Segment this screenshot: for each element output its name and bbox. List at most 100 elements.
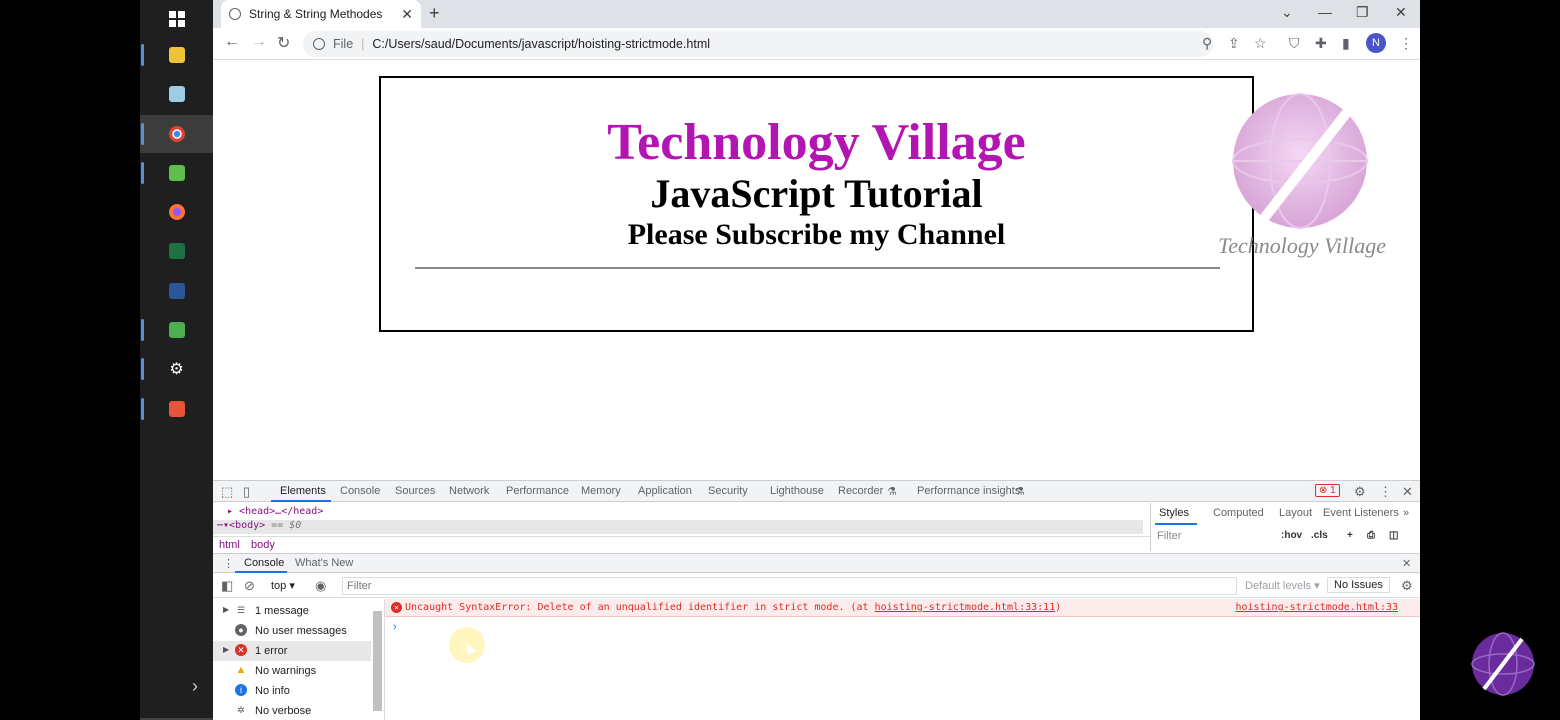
chevron-right-icon[interactable]: › [192,676,198,697]
new-tab-button[interactable]: + [429,3,440,24]
drawer-tab-console[interactable]: Console [244,557,284,569]
error-count-badge[interactable]: ⊗ 1 [1315,484,1340,497]
settings-gear-icon[interactable]: ⚙ [140,350,213,388]
tab-console[interactable]: Console [340,485,380,497]
tab-application[interactable]: Application [638,485,692,497]
sidebar-item-warnings[interactable]: ▲ No warnings [213,661,371,681]
class-toggle[interactable]: .cls [1311,530,1328,541]
tab-memory[interactable]: Memory [581,485,621,497]
browser-tab[interactable]: String & String Methodes ✕ [221,0,421,28]
error-source-link[interactable]: hoisting-strictmode.html:33 [1235,602,1398,613]
camtasia-recorder-icon[interactable] [140,390,213,428]
address-scheme: File [333,37,354,51]
devtools-panel: ⬚ ▯ Elements Console Sources Network Per… [213,480,1420,720]
issues-button[interactable]: No Issues [1327,577,1390,593]
notepad-icon[interactable] [140,75,213,113]
close-drawer-icon[interactable]: ✕ [1402,557,1411,570]
error-icon: ✕ [235,644,247,656]
bookmark-star-icon[interactable]: ☆ [1254,35,1267,52]
back-button[interactable]: ← [224,33,240,51]
more-options-icon[interactable]: ⋮ [1379,484,1392,500]
scrollbar[interactable] [373,611,382,711]
file-explorer-icon[interactable] [140,36,213,74]
bug-icon: ✲ [237,705,245,715]
elements-tree: ▸ <head>…</head> ⋯▾<body> == $0 html bod… [213,503,1150,551]
shield-extension-icon[interactable]: ⛉ [1289,35,1300,52]
add-rule-icon[interactable]: + [1347,530,1353,541]
dom-node-head[interactable]: ▸ <head>…</head> [227,506,323,517]
context-selector[interactable]: top ▾ [271,579,295,592]
tab-lighthouse[interactable]: Lighthouse [770,485,824,497]
error-location-link[interactable]: hoisting-strictmode.html:33:11 [875,602,1056,613]
close-tab-icon[interactable]: ✕ [401,6,413,23]
paint-icon[interactable] [140,154,213,192]
tab-computed[interactable]: Computed [1213,507,1264,519]
profile-avatar[interactable]: N [1366,33,1386,53]
hover-state-toggle[interactable]: :hov [1281,530,1302,541]
sidebar-item-errors[interactable]: ▶ ✕ 1 error [213,641,371,661]
excel-icon[interactable] [140,232,213,270]
caret-right-icon: ▶ [223,605,230,614]
tab-elements[interactable]: Elements [280,485,326,497]
close-window-button[interactable]: ✕ [1395,4,1407,21]
sidebar-toggle-icon[interactable]: ◧ [221,578,233,594]
tab-performance[interactable]: Performance [506,485,569,497]
tab-search-icon[interactable]: ⌄ [1281,4,1293,21]
side-panel-icon[interactable]: ▮ [1342,35,1350,52]
windows-start-icon[interactable] [140,0,213,38]
menu-kebab-icon[interactable]: ⋮ [1399,35,1413,52]
tab-styles[interactable]: Styles [1159,507,1189,519]
sidebar-item-verbose[interactable]: ✲ No verbose [213,701,371,720]
clear-console-icon[interactable]: ⊘ [244,578,255,594]
sidebar-toggle-icon[interactable]: ◫ [1389,530,1398,541]
sidebar-item-messages[interactable]: ▶ ☰ 1 message [213,601,371,621]
tab-recorder[interactable]: Recorder [838,485,883,497]
tab-security[interactable]: Security [708,485,748,497]
info-icon[interactable] [313,38,325,50]
address-bar[interactable]: File | C:/Users/saud/Documents/javascrip… [303,31,1213,57]
log-levels-dropdown[interactable]: Default levels ▾ [1245,579,1320,592]
device-toggle-icon[interactable]: ▯ [243,484,250,500]
dom-node-body[interactable]: ⋯▾<body> == $0 [213,520,1143,534]
console-messages: ✕ Uncaught SyntaxError: Delete of an unq… [385,599,1420,720]
flask-icon: ⚗ [1015,486,1025,498]
breadcrumb-html[interactable]: html [219,539,240,551]
error-icon: ✕ [391,602,402,613]
breadcrumb-body[interactable]: body [251,539,275,551]
flask-icon: ⚗ [887,486,897,498]
console-settings-gear-icon[interactable]: ⚙ [1401,578,1413,594]
styles-filter-input[interactable]: Filter [1157,530,1181,542]
chrome-icon[interactable] [140,115,213,153]
screen: ⚙ › String & String Methodes ✕ + ⌄ — ❐ ✕… [0,0,1560,720]
forward-button[interactable]: → [251,33,267,51]
tab-event-listeners[interactable]: Event Listeners [1323,507,1399,519]
share-icon[interactable]: ⇪ [1228,35,1240,52]
tab-layout[interactable]: Layout [1279,507,1312,519]
inspect-element-icon[interactable]: ⬚ [221,484,233,500]
extensions-puzzle-icon[interactable]: ✚ [1315,35,1327,52]
minimize-button[interactable]: — [1318,4,1332,20]
tab-performance-insights[interactable]: Performance insights [917,485,1020,497]
camtasia-icon[interactable] [140,311,213,349]
reload-button[interactable]: ↻ [277,33,290,53]
more-tabs-icon[interactable]: » [1403,507,1409,519]
drawer-tab-whats-new[interactable]: What's New [295,557,353,569]
console-filter-input[interactable]: Filter [342,577,1237,595]
restore-button[interactable]: ❐ [1356,4,1369,21]
close-devtools-icon[interactable]: ✕ [1402,484,1413,500]
tab-network[interactable]: Network [449,485,489,497]
sidebar-item-user-messages[interactable]: ● No user messages [213,621,371,641]
zoom-icon[interactable]: ⚲ [1202,35,1212,52]
horizontal-rule [415,267,1220,269]
eye-icon[interactable]: ◉ [315,578,326,594]
firefox-icon[interactable] [140,193,213,231]
console-prompt[interactable]: › [393,621,397,633]
word-icon[interactable] [140,272,213,310]
drawer-menu-icon[interactable]: ⋮ [223,557,234,570]
tab-sources[interactable]: Sources [395,485,435,497]
paint-icon[interactable]: ⎙ [1367,530,1375,541]
console-error-row[interactable]: ✕ Uncaught SyntaxError: Delete of an unq… [385,599,1420,617]
settings-gear-icon[interactable]: ⚙ [1354,484,1366,500]
sidebar-item-info[interactable]: i No info [213,681,371,701]
caret-right-icon: ▶ [223,645,230,654]
